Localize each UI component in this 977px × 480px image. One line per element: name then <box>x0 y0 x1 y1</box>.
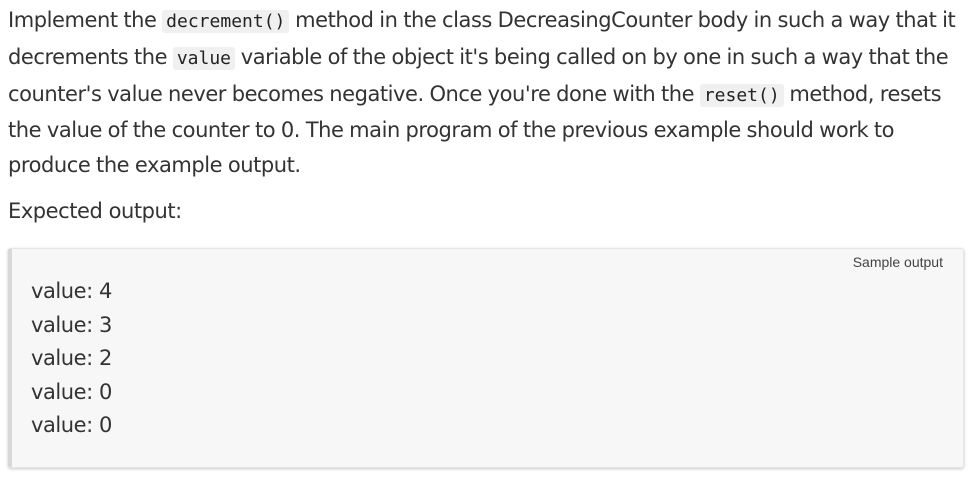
inline-code-value: value <box>172 46 236 70</box>
sample-output-lines: value: 4 value: 3 value: 2 value: 0 valu… <box>31 275 112 443</box>
exercise-content: Implement the decrement() method in the … <box>8 0 970 223</box>
expected-output-label: Expected output: <box>8 199 182 223</box>
output-line: value: 0 <box>31 379 112 404</box>
instructions-paragraph: Implement the decrement() method in the … <box>8 0 970 183</box>
output-line: value: 3 <box>31 312 112 337</box>
inline-code-decrement: decrement() <box>162 10 290 33</box>
output-line: value: 0 <box>31 413 112 438</box>
inline-code-reset: reset() <box>699 83 784 107</box>
sample-output-box: Sample output value: 4 value: 3 value: 2… <box>8 248 964 468</box>
output-line: value: 4 <box>31 279 112 303</box>
sample-output-label: Sample output <box>852 254 943 270</box>
instructions-text-1: Implement the <box>8 8 163 32</box>
output-line: value: 2 <box>31 346 112 371</box>
